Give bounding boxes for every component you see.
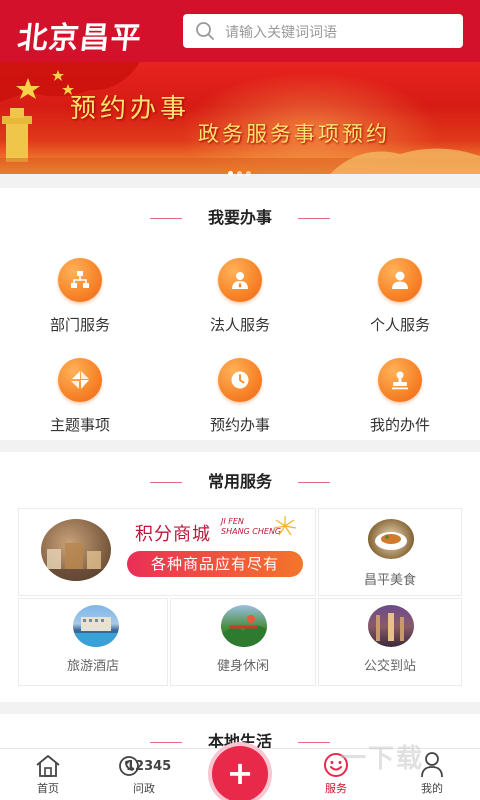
service-label: 健身休闲 [216,659,269,674]
service-card-bus[interactable]: 公交到站 [318,598,462,686]
nav-label: 我的 [421,782,443,795]
carousel-dot[interactable] [228,171,233,176]
grid-item-legal-person-service[interactable]: 法人服务 [160,258,320,335]
grid-item-topic-matters[interactable]: 主题事项 [0,358,160,435]
banner-title: 预约办事 [70,94,191,124]
banner-carousel[interactable]: 预约办事 政务服务事项预约 [0,62,480,174]
search-placeholder: 请输入关键词词语 [225,25,337,41]
grid-label: 个人服务 [369,316,430,334]
section-title-text: 我要办事 [207,208,272,227]
section-common-services: 常用服务 积分商城 JI FEN SHANG CHENG 各种商品应有尽有 昌平… [0,452,480,702]
plus-icon: + [226,754,254,792]
stamp-icon [378,358,422,402]
title-divider [298,482,330,483]
nav-home[interactable]: 首页 [0,749,96,800]
carousel-dot[interactable] [237,171,242,176]
clock-icon [218,358,262,402]
mall-slogan: 各种商品应有尽有 [127,551,303,577]
title-divider [149,218,182,219]
title-divider [298,742,330,743]
home-icon [36,755,60,777]
grid-label: 部门服务 [49,316,110,334]
banner-subtitle: 政务服务事项预约 [198,122,390,146]
section-my-affairs: 我要办事 部门服务 法人服务 个人服务 主题事项 预约办事 我的办件 [0,188,480,440]
grid-label: 主题事项 [49,416,110,434]
add-button[interactable]: + [212,746,268,800]
grid-item-department-service[interactable]: 部门服务 [0,258,160,335]
nav-label: 服务 [325,782,347,795]
fitness-thumbnail [221,605,267,647]
firework-icon [273,516,297,536]
title-divider [149,482,182,483]
search-icon [196,22,214,40]
legal-person-icon [218,258,262,302]
service-card-fitness[interactable]: 健身休闲 [170,598,316,686]
section-title: 我要办事 [0,204,480,228]
app-logo: 北京昌平 [15,21,144,56]
service-label: 旅游酒店 [66,659,119,674]
section-title: 常用服务 [0,468,480,492]
service-label: 昌平美食 [363,573,416,588]
service-card-travel-hotel[interactable]: 旅游酒店 [18,598,168,686]
hotline-number: 12345 [126,759,172,774]
mall-title: 积分商城 [135,524,211,545]
title-divider [149,742,182,743]
grid-label: 我的办件 [369,416,430,434]
topic-icon [58,358,102,402]
grid-item-my-cases[interactable]: 我的办件 [320,358,480,435]
nav-label: 问政 [133,782,155,795]
grid-item-personal-service[interactable]: 个人服务 [320,258,480,335]
top-header: 北京昌平 请输入关键词词语 [0,0,480,62]
grid-label: 预约办事 [209,416,270,434]
title-divider [298,218,330,219]
section-title-text: 常用服务 [207,472,272,491]
bus-thumbnail [368,605,414,647]
nav-label: 首页 [37,782,59,795]
grid-label: 法人服务 [209,316,270,334]
nav-inquiry[interactable]: 12345 问政 [96,749,192,800]
search-input[interactable]: 请输入关键词词语 [183,14,463,48]
department-icon [58,258,102,302]
hotel-thumbnail [73,605,119,647]
grid-item-appointment[interactable]: 预约办事 [160,358,320,435]
person-icon [378,258,422,302]
mall-thumbnail [41,519,111,581]
points-mall-card[interactable]: 积分商城 JI FEN SHANG CHENG 各种商品应有尽有 [18,508,316,596]
food-thumbnail [368,519,414,559]
service-label: 公交到站 [363,659,416,674]
carousel-dot[interactable] [246,171,251,176]
watermark: 一下载 [340,744,425,774]
service-card-food[interactable]: 昌平美食 [318,508,462,596]
carousel-dots [228,161,255,180]
